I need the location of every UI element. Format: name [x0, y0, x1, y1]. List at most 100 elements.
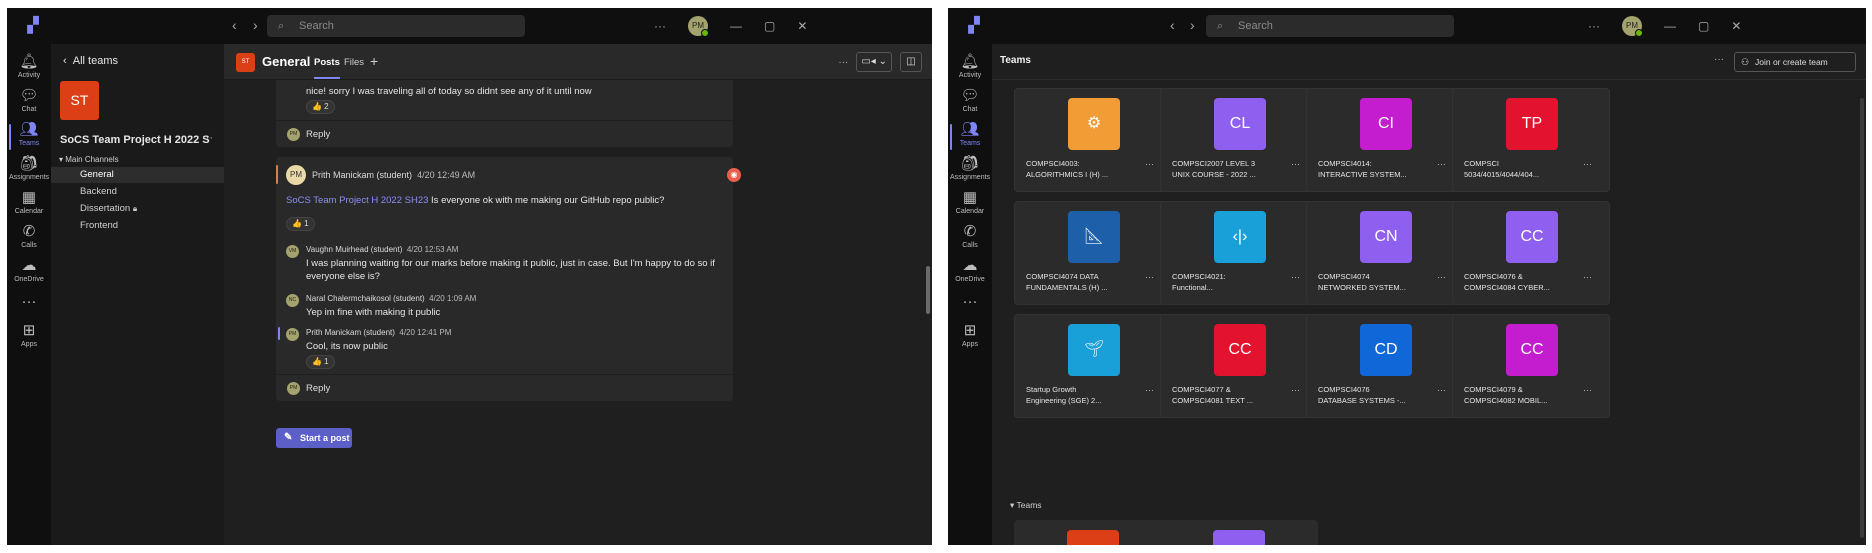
rail-calendar[interactable]: ▦ Calendar: [7, 186, 51, 224]
timestamp: 4/20 12:49 AM: [417, 170, 476, 180]
team-card[interactable]: CN COMPSCI4074 NETWORKED SYSTEM... ···: [1306, 201, 1464, 305]
forward-arrow-icon[interactable]: ›: [253, 17, 258, 33]
team-more-icon[interactable]: ···: [202, 132, 213, 144]
team-card[interactable]: CC COMPSCI4077 & COMPSCI4081 TEXT ... ···: [1160, 314, 1318, 418]
start-post-button[interactable]: ✎ Start a post: [276, 428, 352, 448]
rail-assignments[interactable]: 🎒︎ Assignments: [948, 152, 992, 190]
more-options-icon[interactable]: ···: [654, 19, 666, 33]
rail-calls[interactable]: ✆ Calls: [948, 220, 992, 258]
more-options-icon[interactable]: ···: [1291, 159, 1300, 169]
more-options-icon[interactable]: ···: [1145, 385, 1154, 395]
team-badge: ST: [236, 53, 255, 72]
team-name[interactable]: SoCS Team Project H 2022 S...: [60, 134, 210, 146]
rail-activity[interactable]: 🔔︎ Activity: [948, 50, 992, 88]
more-options-icon[interactable]: ···: [1583, 159, 1592, 169]
more-options-icon[interactable]: ···: [1588, 19, 1600, 33]
tab-files[interactable]: Files: [344, 57, 364, 68]
mention[interactable]: SoCS Team Project H 2022 SH23: [286, 195, 428, 206]
rail-calls[interactable]: ✆ Calls: [7, 220, 51, 258]
team-logo: CL: [1214, 98, 1266, 150]
team-card[interactable]: CD COMPSCI4076 DATABASE SYSTEMS -... ···: [1306, 314, 1464, 418]
rail-teams[interactable]: 👥︎ Teams: [7, 118, 51, 156]
more-options-icon[interactable]: ···: [1291, 272, 1300, 282]
title-bar: ▞ ‹ › ⌕ Search ··· PM — ▢ ✕: [948, 8, 1866, 44]
back-arrow-icon[interactable]: ‹: [1170, 17, 1175, 33]
meet-button[interactable]: ▭◂ ⌄: [856, 52, 892, 72]
team-card-partial[interactable]: [1160, 520, 1318, 545]
reply-button[interactable]: PM Reply: [276, 374, 733, 401]
rail-apps[interactable]: ⊞ Apps: [7, 319, 51, 357]
more-options-icon[interactable]: ···: [1714, 54, 1724, 65]
maximize-icon[interactable]: ▢: [1698, 19, 1709, 33]
channel-general[interactable]: General: [51, 167, 224, 183]
rail-onedrive[interactable]: ☁ OneDrive: [948, 254, 992, 292]
chat-icon: 💬︎: [960, 87, 980, 104]
timestamp: 4/20 12:53 AM: [406, 245, 459, 254]
team-logo: ‹|›: [1214, 211, 1266, 263]
forward-arrow-icon[interactable]: ›: [1190, 17, 1195, 33]
avatar[interactable]: PM: [1622, 16, 1643, 37]
rail-onedrive[interactable]: ☁ OneDrive: [7, 254, 51, 292]
team-card-partial[interactable]: [1014, 520, 1172, 545]
team-card[interactable]: 📐︎ COMPSCI4074 DATA FUNDAMENTALS (H) ... ·…: [1014, 201, 1172, 305]
avatar[interactable]: PM: [688, 16, 709, 37]
scrollbar[interactable]: [1860, 98, 1864, 538]
more-options-icon[interactable]: ···: [1583, 272, 1592, 282]
maximize-icon[interactable]: ▢: [764, 19, 775, 33]
join-or-create-team-button[interactable]: ⚇ Join or create team: [1734, 52, 1856, 72]
channel-backend[interactable]: Backend: [51, 184, 224, 200]
add-tab-button[interactable]: +: [370, 53, 378, 69]
app-rail: 🔔︎ Activity 💬︎ Chat 👥︎ Teams 🎒︎ Assignments …: [7, 44, 51, 545]
back-arrow-icon[interactable]: ‹: [232, 17, 237, 33]
team-card[interactable]: CC COMPSCI4076 & COMPSCI4084 CYBER... ···: [1452, 201, 1610, 305]
close-icon[interactable]: ✕: [797, 19, 807, 33]
rail-chat[interactable]: 💬︎ Chat: [7, 84, 51, 122]
section-label: Teams: [1016, 500, 1042, 510]
teams-section-header[interactable]: ▾ Teams: [1010, 500, 1042, 511]
team-card[interactable]: 🌱︎ Startup Growth Engineering (SGE) 2... ·…: [1014, 314, 1172, 418]
more-options-icon[interactable]: ···: [1437, 272, 1446, 282]
rail-apps[interactable]: ⊞ Apps: [948, 319, 992, 357]
rail-teams[interactable]: 👥︎ Teams: [948, 118, 992, 156]
rail-label: Calls: [21, 242, 37, 249]
scrollbar[interactable]: [926, 266, 930, 314]
team-card[interactable]: ‹|› COMPSCI4021: Functional... ···: [1160, 201, 1318, 305]
channel-dissertation[interactable]: Dissertation 🔒︎: [51, 201, 224, 217]
reaction-like[interactable]: 👍 1: [286, 217, 315, 231]
reaction-like[interactable]: 👍 1: [306, 355, 335, 369]
more-options-icon[interactable]: ···: [1291, 385, 1300, 395]
close-icon[interactable]: ✕: [1731, 19, 1741, 33]
reaction-like[interactable]: 👍 2: [306, 100, 335, 114]
more-options-icon[interactable]: ···: [1145, 272, 1154, 282]
search-input[interactable]: ⌕ Search: [1206, 15, 1454, 37]
accent-bar: [276, 165, 278, 184]
tab-posts[interactable]: Posts: [314, 57, 340, 79]
rail-assignments[interactable]: 🎒︎ Assignments: [7, 152, 51, 190]
more-options-icon[interactable]: ···: [838, 57, 848, 68]
minimize-icon[interactable]: —: [730, 19, 742, 33]
more-options-icon[interactable]: ···: [1437, 385, 1446, 395]
channel-frontend[interactable]: Frontend: [51, 218, 224, 234]
team-card[interactable]: CC COMPSCI4079 & COMPSCI4082 MOBIL... ···: [1452, 314, 1610, 418]
main-channels-section[interactable]: ▾ Main Channels: [59, 155, 119, 164]
reply-button[interactable]: PM Reply: [276, 120, 733, 147]
message-meta: Prith Manickam (student) 4/20 12:41 PM: [306, 328, 451, 337]
author-name: Prith Manickam (student): [306, 328, 395, 337]
team-card[interactable]: ⚙ COMPSCI4003: ALGORITHMICS I (H) ... ···: [1014, 88, 1172, 192]
all-teams-link[interactable]: ‹ All teams: [63, 55, 118, 67]
more-icon: ···: [21, 293, 37, 310]
team-card[interactable]: CI COMPSCI4014: INTERACTIVE SYSTEM... ···: [1306, 88, 1464, 192]
channel-info-button[interactable]: ◫: [900, 52, 922, 72]
rail-calendar[interactable]: ▦ Calendar: [948, 186, 992, 224]
team-card[interactable]: CL COMPSCI2007 LEVEL 3 UNIX COURSE - 2022…: [1160, 88, 1318, 192]
search-input[interactable]: ⌕ Search: [267, 15, 525, 37]
team-card[interactable]: TP COMPSCI 5034/4015/4044/404... ···: [1452, 88, 1610, 192]
more-options-icon[interactable]: ···: [1583, 385, 1592, 395]
minimize-icon[interactable]: —: [1664, 19, 1676, 33]
more-options-icon[interactable]: ···: [1145, 159, 1154, 169]
team-card-name: COMPSCI4079 & COMPSCI4082 MOBIL...: [1464, 385, 1548, 405]
rail-chat[interactable]: 💬︎ Chat: [948, 84, 992, 122]
more-options-icon[interactable]: ···: [1437, 159, 1446, 169]
rail-activity[interactable]: 🔔︎ Activity: [7, 50, 51, 88]
conversation-area: nice! sorry I was traveling all of today…: [224, 80, 932, 545]
